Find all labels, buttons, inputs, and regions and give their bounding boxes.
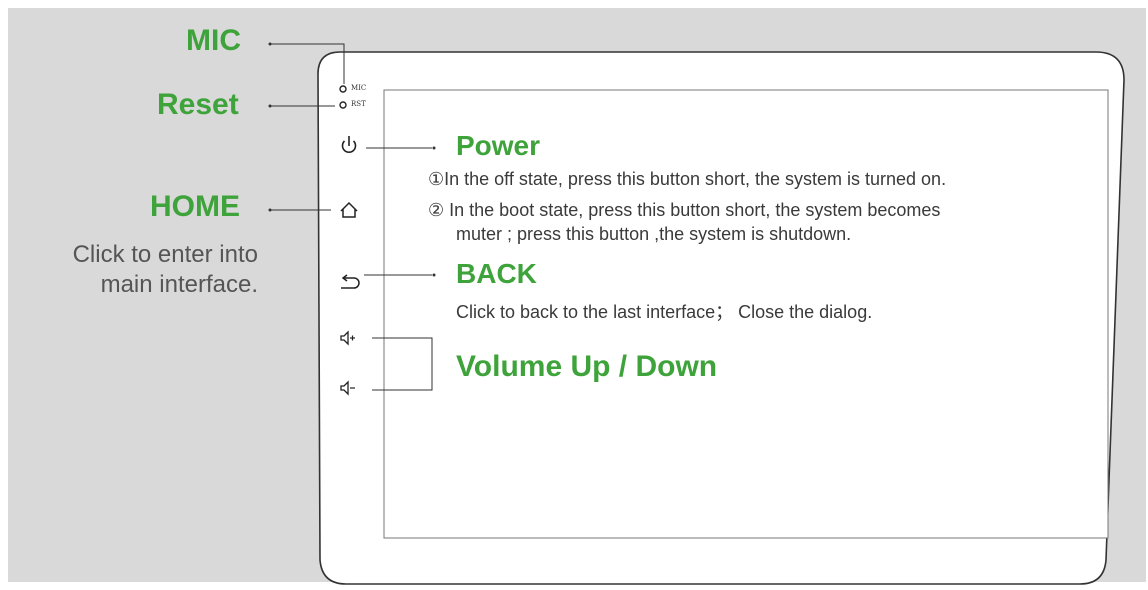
reset-small-label: RST (351, 100, 366, 108)
power-desc-line-3: muter ; press this button ,the system is… (456, 224, 852, 244)
power-title: Power (456, 130, 541, 161)
home-description-line: main interface. (100, 271, 258, 298)
volume-title: Volume Up / Down (456, 350, 718, 383)
mic-small-label: MIC (351, 84, 367, 92)
back-description: Click to back to the last interface； Clo… (456, 302, 873, 322)
power-desc-line-1: ①In the off state, press this button sho… (428, 169, 947, 189)
home-label: HOME (150, 190, 240, 223)
home-description: Click to enter into main interface. (0, 240, 258, 300)
mic-label: MIC (186, 24, 241, 57)
power-desc-line-2: ② In the boot state, press this button s… (428, 200, 941, 220)
reset-label: Reset (157, 88, 239, 121)
back-title: BACK (456, 258, 537, 289)
home-description-line: Click to enter into (72, 241, 258, 268)
